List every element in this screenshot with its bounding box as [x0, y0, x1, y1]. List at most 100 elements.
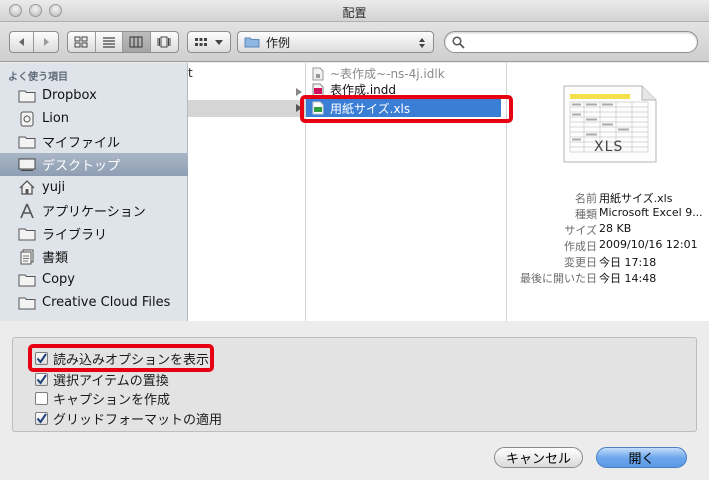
- option-create-caption[interactable]: キャプションを作成: [35, 389, 171, 408]
- browser-column-2: ~表作成~-ns-4j.idlk 表作成.indd 用紙サイズ.xls: [306, 63, 507, 321]
- meta-key: 最後に開いた日: [520, 272, 597, 285]
- indesign-file-icon: [312, 83, 324, 96]
- sidebar-item-desktop[interactable]: デスクトップ: [0, 153, 188, 176]
- back-forward-control: [9, 31, 59, 53]
- file-name: 用紙サイズ.xls: [330, 101, 411, 116]
- checkbox-checked[interactable]: [35, 411, 48, 425]
- window-title: 配置: [342, 6, 367, 20]
- list-view-icon: [102, 37, 115, 48]
- sidebar-item-copy[interactable]: Copy: [0, 268, 188, 291]
- sidebar-item-yuji[interactable]: yuji: [0, 176, 188, 199]
- sidebar-item-lion[interactable]: Lion: [0, 107, 188, 130]
- option-label: 選択アイテムの置換: [53, 373, 169, 389]
- disclosure-arrow-icon: [296, 88, 302, 96]
- updown-arrows-icon: [419, 38, 425, 48]
- excel-file-icon: [312, 101, 324, 115]
- sidebar-item-my-files[interactable]: マイファイル: [0, 130, 188, 153]
- checkbox-checked[interactable]: [35, 351, 48, 365]
- place-dialog: 配置 作例 よく使う項目 Dropbox Lion マイファイル デスクトップ …: [0, 0, 709, 480]
- checkbox-unchecked[interactable]: [35, 391, 48, 405]
- meta-row-kind: 種類 Microsoft Excel 9...: [507, 206, 709, 221]
- sidebar-item-creative-cloud-files[interactable]: Creative Cloud Files: [0, 291, 188, 314]
- meta-value: 今日 17:18: [599, 256, 657, 269]
- meta-key: 名前: [575, 192, 597, 205]
- option-show-import-options[interactable]: 読み込みオプションを表示: [35, 349, 210, 368]
- documents-icon: [18, 249, 36, 264]
- meta-row-size: サイズ 28 KB: [507, 222, 709, 237]
- meta-key: サイズ: [564, 224, 597, 237]
- preview-pane: XLS 名前 用紙サイズ.xls 種類 Microsoft Excel 9...…: [507, 63, 709, 321]
- sidebar-item-label: 書類: [42, 251, 69, 266]
- meta-key: 作成日: [564, 240, 597, 253]
- folder-icon: [18, 227, 36, 241]
- option-label: キャプションを作成: [53, 392, 171, 408]
- meta-row-name: 名前 用紙サイズ.xls: [507, 190, 709, 205]
- back-button[interactable]: [10, 32, 35, 52]
- coverflow-view-icon: [157, 36, 171, 48]
- option-label: グリッドフォーマットの適用: [53, 412, 223, 428]
- file-item-selected[interactable]: 用紙サイズ.xls: [306, 99, 501, 117]
- column-1-selected-row[interactable]: [188, 88, 306, 117]
- sidebar-item-applications[interactable]: アプリケーション: [0, 199, 188, 222]
- icon-view-icon: [74, 36, 88, 48]
- checkbox-checked[interactable]: [35, 372, 48, 386]
- location-label: 作例: [266, 35, 291, 50]
- folder-icon: [18, 296, 36, 310]
- cancel-button[interactable]: キャンセル: [494, 447, 583, 468]
- search-field[interactable]: [444, 31, 698, 53]
- meta-row-modified: 変更日 今日 17:18: [507, 254, 709, 269]
- applications-icon: [18, 203, 36, 218]
- file-item[interactable]: ~表作成~-ns-4j.idlk: [312, 65, 445, 82]
- sidebar-item-label: Creative Cloud Files: [42, 295, 171, 310]
- file-browser: よく使う項目 Dropbox Lion マイファイル デスクトップ yuji ア…: [0, 63, 709, 321]
- option-apply-grid-format[interactable]: グリッドフォーマットの適用: [35, 409, 223, 428]
- file-item[interactable]: 表作成.indd: [312, 81, 396, 98]
- home-icon: [18, 180, 36, 195]
- sidebar-item-label: アプリケーション: [42, 205, 146, 220]
- toolbar: 作例: [0, 22, 709, 62]
- meta-key: 種類: [575, 208, 597, 221]
- meta-value: 28 KB: [599, 222, 632, 235]
- open-button[interactable]: 開く: [596, 447, 687, 468]
- sidebar-item-library[interactable]: ライブラリ: [0, 222, 188, 245]
- search-icon: [452, 36, 465, 49]
- location-popup[interactable]: 作例: [237, 31, 434, 53]
- meta-row-created: 作成日 2009/10/16 12:01: [507, 238, 709, 253]
- sidebar-item-label: Lion: [42, 111, 70, 126]
- sidebar-item-documents[interactable]: 書類: [0, 245, 188, 268]
- folder-icon: [18, 273, 36, 287]
- thumbnail-type-label: XLS: [594, 139, 624, 155]
- search-input[interactable]: [469, 34, 691, 50]
- coverflow-view-button[interactable]: [151, 32, 178, 52]
- column-view-button[interactable]: [123, 32, 151, 52]
- sidebar-item-label: Dropbox: [42, 88, 97, 103]
- chevron-down-icon: [215, 40, 223, 45]
- import-options-panel: 読み込みオプションを表示 選択アイテムの置換 キャプションを作成 グリッドフォー…: [12, 337, 697, 432]
- sidebar-item-dropbox[interactable]: Dropbox: [0, 84, 188, 107]
- file-name: 表作成.indd: [330, 83, 396, 97]
- forward-button[interactable]: [34, 32, 58, 52]
- list-view-button[interactable]: [96, 32, 123, 52]
- column-view-icon: [129, 36, 143, 48]
- meta-value: 用紙サイズ.xls: [599, 192, 673, 205]
- lock-file-icon: [312, 67, 324, 80]
- disk-icon: [18, 111, 36, 126]
- sidebar-item-label: デスクトップ: [42, 159, 121, 174]
- meta-value: 2009/10/16 12:01: [599, 238, 698, 251]
- folder-icon: [244, 37, 260, 48]
- checkmark-icon: [36, 373, 47, 385]
- checkmark-icon: [36, 412, 47, 424]
- meta-value: 今日 14:48: [599, 272, 657, 285]
- arrange-dropdown[interactable]: [187, 31, 231, 53]
- folder-icon: [18, 89, 36, 103]
- checkmark-icon: [36, 352, 47, 364]
- option-replace-selected[interactable]: 選択アイテムの置換: [35, 370, 169, 389]
- chevron-right-icon: [44, 38, 49, 46]
- title-bar: 配置: [0, 0, 709, 22]
- sidebar: よく使う項目 Dropbox Lion マイファイル デスクトップ yuji ア…: [0, 63, 188, 321]
- option-label: 読み込みオプションを表示: [53, 352, 210, 368]
- icon-view-button[interactable]: [68, 32, 96, 52]
- meta-key: 変更日: [564, 256, 597, 269]
- sidebar-item-label: Copy: [42, 272, 75, 287]
- chevron-left-icon: [18, 38, 24, 46]
